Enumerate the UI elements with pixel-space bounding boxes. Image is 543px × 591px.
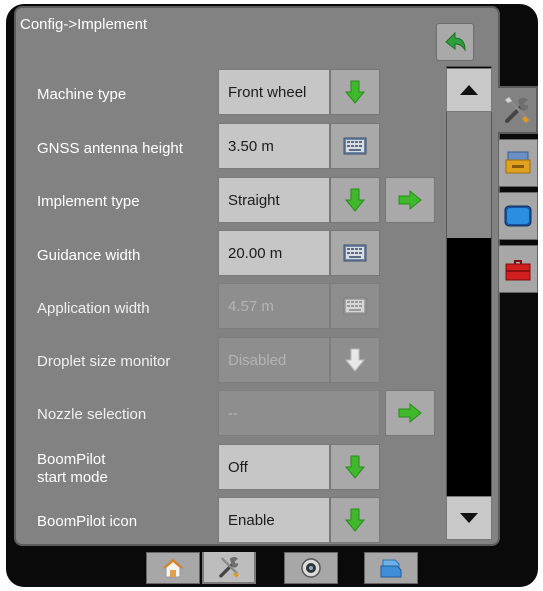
guidance-width-label: Guidance width: [37, 247, 141, 264]
droplet-size-monitor-dropdown-button: [330, 337, 380, 383]
boompilot-icon-dropdown-button[interactable]: [330, 497, 380, 543]
application-width-label: Application width: [37, 300, 150, 317]
implement-type-goto-button[interactable]: [385, 177, 435, 223]
bottom-tab-home[interactable]: [146, 552, 200, 584]
side-tab-console[interactable]: [498, 139, 538, 187]
toolbox-icon: [505, 260, 531, 281]
bottom-tab-camera[interactable]: [284, 552, 338, 584]
right-arrow-icon: [398, 189, 422, 211]
bottom-tab-layers[interactable]: [364, 552, 418, 584]
guidance-width-value[interactable]: 20.00 m: [218, 230, 330, 276]
keyboard-icon: [343, 137, 367, 155]
gnss-antenna-height-label: GNSS antenna height: [37, 140, 183, 157]
boompilot-start-mode-dropdown-button[interactable]: [330, 444, 380, 490]
nozzle-selection-label: Nozzle selection: [37, 406, 147, 423]
keyboard-icon: [343, 244, 367, 262]
down-arrow-icon: [344, 80, 366, 104]
application-width-value: 4.57 m: [218, 283, 330, 329]
boompilot-start-mode-label-line1: BoomPilot: [37, 451, 106, 468]
down-arrow-icon: [344, 508, 366, 532]
right-arrow-icon: [398, 402, 422, 424]
application-width-keyboard-button: [330, 283, 380, 329]
down-arrow-icon: [344, 348, 366, 372]
tools-icon: [505, 97, 529, 123]
droplet-size-monitor-label: Droplet size monitor: [37, 353, 171, 370]
display-icon: [504, 205, 532, 227]
implement-type-label: Implement type: [37, 193, 140, 210]
side-tab-tools[interactable]: [498, 86, 538, 134]
machine-type-value[interactable]: Front wheel: [218, 69, 330, 115]
home-icon: [161, 558, 185, 578]
bottom-tab-bar: [14, 548, 500, 584]
back-arrow-icon: [445, 31, 466, 52]
tools-icon: [219, 557, 239, 578]
keyboard-icon: [343, 297, 367, 315]
boompilot-icon-label: BoomPilot icon: [37, 513, 138, 530]
scrollbar-thumb[interactable]: [447, 112, 491, 238]
implement-type-dropdown-button[interactable]: [330, 177, 380, 223]
camera-icon: [301, 558, 321, 578]
nozzle-selection-goto-button[interactable]: [385, 390, 435, 436]
implement-type-value[interactable]: Straight: [218, 177, 330, 223]
back-button[interactable]: [436, 23, 474, 61]
page-title: Config->Implement: [20, 16, 148, 33]
scroll-up-button[interactable]: [446, 68, 492, 112]
side-tab-display[interactable]: [498, 192, 538, 240]
machine-type-dropdown-button[interactable]: [330, 69, 380, 115]
console-icon: [505, 151, 531, 174]
bottom-tab-tools[interactable]: [202, 552, 256, 584]
down-arrow-icon: [344, 455, 366, 479]
droplet-size-monitor-value: Disabled: [218, 337, 330, 383]
boompilot-start-mode-value[interactable]: Off: [218, 444, 330, 490]
nozzle-selection-value: --: [218, 390, 380, 436]
down-arrow-icon: [344, 188, 366, 212]
layers-icon: [380, 559, 402, 578]
boompilot-icon-value[interactable]: Enable: [218, 497, 330, 543]
machine-type-label: Machine type: [37, 86, 127, 103]
scroll-down-button[interactable]: [446, 496, 492, 540]
gnss-antenna-height-keyboard-button[interactable]: [330, 123, 380, 169]
guidance-width-keyboard-button[interactable]: [330, 230, 380, 276]
scroll-down-icon: [460, 513, 478, 523]
boompilot-start-mode-label-line2: start mode: [37, 469, 108, 486]
gnss-antenna-height-value[interactable]: 3.50 m: [218, 123, 330, 169]
side-tab-toolbox[interactable]: [498, 245, 538, 293]
scroll-up-icon: [460, 85, 478, 95]
